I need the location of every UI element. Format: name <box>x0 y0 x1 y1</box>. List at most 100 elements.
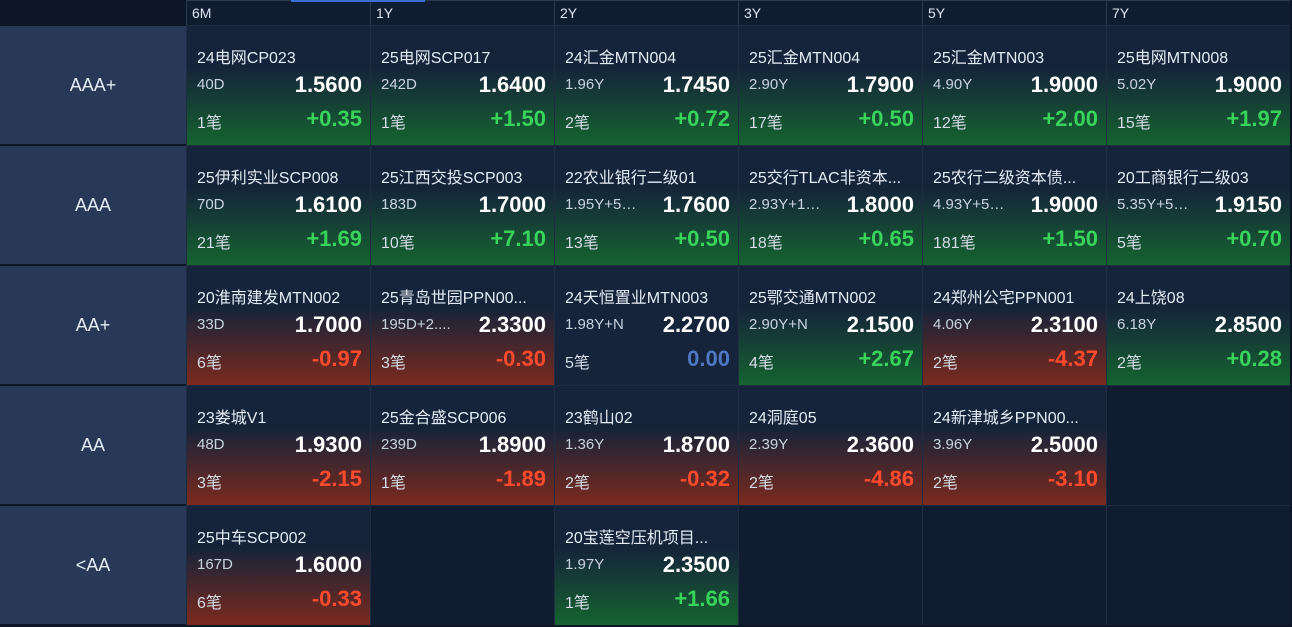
bond-yield: 2.3600 <box>846 432 914 457</box>
bond-yield: 1.5600 <box>294 72 362 97</box>
bond-tenor: 40D <box>197 76 225 93</box>
active-tab-indicator <box>291 0 425 2</box>
bond-cell[interactable]: 25江西交投SCP003 183D 1.7000 10笔 +7.10 <box>370 145 554 265</box>
bond-yield: 1.9000 <box>1030 192 1098 217</box>
trade-count: 6笔 <box>197 595 222 612</box>
bond-cell[interactable]: 20工商银行二级03 5.35Y+5.... 1.9150 5笔 +0.70 <box>1106 145 1290 265</box>
bond-cell[interactable]: 24上饶08 6.18Y 2.8500 2笔 +0.28 <box>1106 265 1290 385</box>
yield-change: +1.66 <box>674 586 730 611</box>
bond-tenor: 1.97Y <box>565 556 605 573</box>
trade-count: 1笔 <box>565 595 590 612</box>
empty-cell <box>1106 385 1290 505</box>
bond-yield: 2.8500 <box>1214 312 1282 337</box>
bond-name: 22农业银行二级01 <box>565 170 697 187</box>
rating-row: AAA 25伊利实业SCP008 70D 1.6100 21笔 +1.69 25江西交投SC… <box>0 145 1292 265</box>
bond-cell[interactable]: 24汇金MTN004 1.96Y 1.7450 2笔 +0.72 <box>554 25 738 145</box>
bond-tenor: 1.96Y <box>565 76 605 93</box>
rating-row: AA+ 20淮南建发MTN002 33D 1.7000 6笔 -0.97 25青岛世园PPN… <box>0 265 1292 385</box>
bond-yield: 1.9150 <box>1214 192 1282 217</box>
bond-tenor: 2.90Y <box>749 76 789 93</box>
trade-count: 2笔 <box>933 475 958 492</box>
bond-cell[interactable]: 25汇金MTN003 4.90Y 1.9000 12笔 +2.00 <box>922 25 1106 145</box>
yield-change: +1.50 <box>1042 226 1098 251</box>
bond-name: 20工商银行二级03 <box>1117 170 1249 187</box>
yield-change: -0.32 <box>679 466 730 491</box>
trade-count: 13笔 <box>565 235 599 252</box>
bond-tenor: 70D <box>197 196 225 213</box>
bond-yield: 1.7000 <box>294 312 362 337</box>
bond-name: 24新津城乡PPN00... <box>933 410 1079 427</box>
trade-count: 3笔 <box>197 475 222 492</box>
rating-label[interactable]: AAA+ <box>0 25 186 145</box>
bond-cell[interactable]: 20宝莲空压机项目... 1.97Y 2.3500 1笔 +1.66 <box>554 505 738 625</box>
column-header-5[interactable]: 7Y <box>1106 0 1290 25</box>
bond-yield: 1.7450 <box>662 72 730 97</box>
yield-change: -4.37 <box>1047 346 1098 371</box>
bond-name: 25农行二级资本债... <box>933 170 1077 187</box>
bond-yield: 1.7900 <box>846 72 914 97</box>
bond-cell[interactable]: 20淮南建发MTN002 33D 1.7000 6笔 -0.97 <box>186 265 370 385</box>
trade-count: 4笔 <box>749 355 774 372</box>
yield-change: +1.97 <box>1226 106 1282 131</box>
bond-cell[interactable]: 25电网SCP017 242D 1.6400 1笔 +1.50 <box>370 25 554 145</box>
bond-cell[interactable]: 25汇金MTN004 2.90Y 1.7900 17笔 +0.50 <box>738 25 922 145</box>
bond-name: 20宝莲空压机项目... <box>565 530 709 547</box>
trade-count: 2笔 <box>749 475 774 492</box>
bond-name: 24电网CP023 <box>197 50 296 67</box>
yield-change: +1.50 <box>490 106 546 131</box>
bond-cell[interactable]: 23娄城V1 48D 1.9300 3笔 -2.15 <box>186 385 370 505</box>
trade-count: 2笔 <box>565 475 590 492</box>
bond-cell[interactable]: 25交行TLAC非资本... 2.93Y+1.... 1.8000 18笔 +0.65 <box>738 145 922 265</box>
rating-label[interactable]: <AA <box>0 505 186 625</box>
empty-cell <box>738 505 922 625</box>
rating-label[interactable]: AA <box>0 385 186 505</box>
bond-name: 23鹤山02 <box>565 410 633 427</box>
bond-cell[interactable]: 25金合盛SCP006 239D 1.8900 1笔 -1.89 <box>370 385 554 505</box>
column-header-1[interactable]: 1Y <box>370 0 554 25</box>
bond-tenor: 5.35Y+5.... <box>1117 196 1189 213</box>
bond-tenor: 3.96Y <box>933 436 973 453</box>
trade-count: 10笔 <box>381 235 415 252</box>
bond-cell[interactable]: 23鹤山02 1.36Y 1.8700 2笔 -0.32 <box>554 385 738 505</box>
bond-tenor: 242D <box>381 76 417 93</box>
bond-yield: 2.2700 <box>662 312 730 337</box>
grid-rows: AAA+ 24电网CP023 40D 1.5600 1笔 +0.35 25电网SCP017 2… <box>0 25 1292 625</box>
bond-cell[interactable]: 25电网MTN008 5.02Y 1.9000 15笔 +1.97 <box>1106 25 1290 145</box>
bond-cell[interactable]: 24郑州公宅PPN001 4.06Y 2.3100 2笔 -4.37 <box>922 265 1106 385</box>
trade-count: 12笔 <box>933 115 967 132</box>
column-header-3[interactable]: 3Y <box>738 0 922 25</box>
trade-count: 18笔 <box>749 235 783 252</box>
bond-name: 23娄城V1 <box>197 410 267 427</box>
bond-cell[interactable]: 24洞庭05 2.39Y 2.3600 2笔 -4.86 <box>738 385 922 505</box>
bond-cell[interactable]: 22农业银行二级01 1.95Y+5.... 1.7600 13笔 +0.50 <box>554 145 738 265</box>
column-header-0[interactable]: 6M <box>186 0 370 25</box>
bond-cell[interactable]: 25中车SCP002 167D 1.6000 6笔 -0.33 <box>186 505 370 625</box>
trade-count: 3笔 <box>381 355 406 372</box>
rating-row: <AA 25中车SCP002 167D 1.6000 6笔 -0.33 20宝莲空压机项目.… <box>0 505 1292 625</box>
bond-cell[interactable]: 25鄂交通MTN002 2.90Y+N 2.1500 4笔 +2.67 <box>738 265 922 385</box>
bond-cell[interactable]: 24电网CP023 40D 1.5600 1笔 +0.35 <box>186 25 370 145</box>
column-header-4[interactable]: 5Y <box>922 0 1106 25</box>
yield-change: +0.50 <box>674 226 730 251</box>
yield-change: +0.70 <box>1226 226 1282 251</box>
column-header-2[interactable]: 2Y <box>554 0 738 25</box>
bond-cell[interactable]: 25青岛世园PPN00... 195D+2.... 2.3300 3笔 -0.30 <box>370 265 554 385</box>
bond-yield: 1.7000 <box>478 192 546 217</box>
bond-tenor: 33D <box>197 316 225 333</box>
rating-label[interactable]: AA+ <box>0 265 186 385</box>
header-corner <box>0 0 186 25</box>
bond-cell[interactable]: 24新津城乡PPN00... 3.96Y 2.5000 2笔 -3.10 <box>922 385 1106 505</box>
bond-yield: 1.6000 <box>294 552 362 577</box>
bond-tenor: 1.36Y <box>565 436 605 453</box>
bond-cell[interactable]: 24天恒置业MTN003 1.98Y+N 2.2700 5笔 0.00 <box>554 265 738 385</box>
bond-yield: 1.7600 <box>662 192 730 217</box>
tenor-header: 6M 1Y 2Y 3Y 5Y 7Y <box>186 0 1292 25</box>
bond-cell[interactable]: 25农行二级资本债... 4.93Y+5.... 1.9000 181笔 +1.50 <box>922 145 1106 265</box>
trade-count: 15笔 <box>1117 115 1151 132</box>
bond-yield: 2.1500 <box>846 312 914 337</box>
bond-yield: 2.5000 <box>1030 432 1098 457</box>
rating-label[interactable]: AAA <box>0 145 186 265</box>
bond-cell[interactable]: 25伊利实业SCP008 70D 1.6100 21笔 +1.69 <box>186 145 370 265</box>
bond-tenor: 2.93Y+1.... <box>749 196 821 213</box>
bond-tenor: 6.18Y <box>1117 316 1157 333</box>
